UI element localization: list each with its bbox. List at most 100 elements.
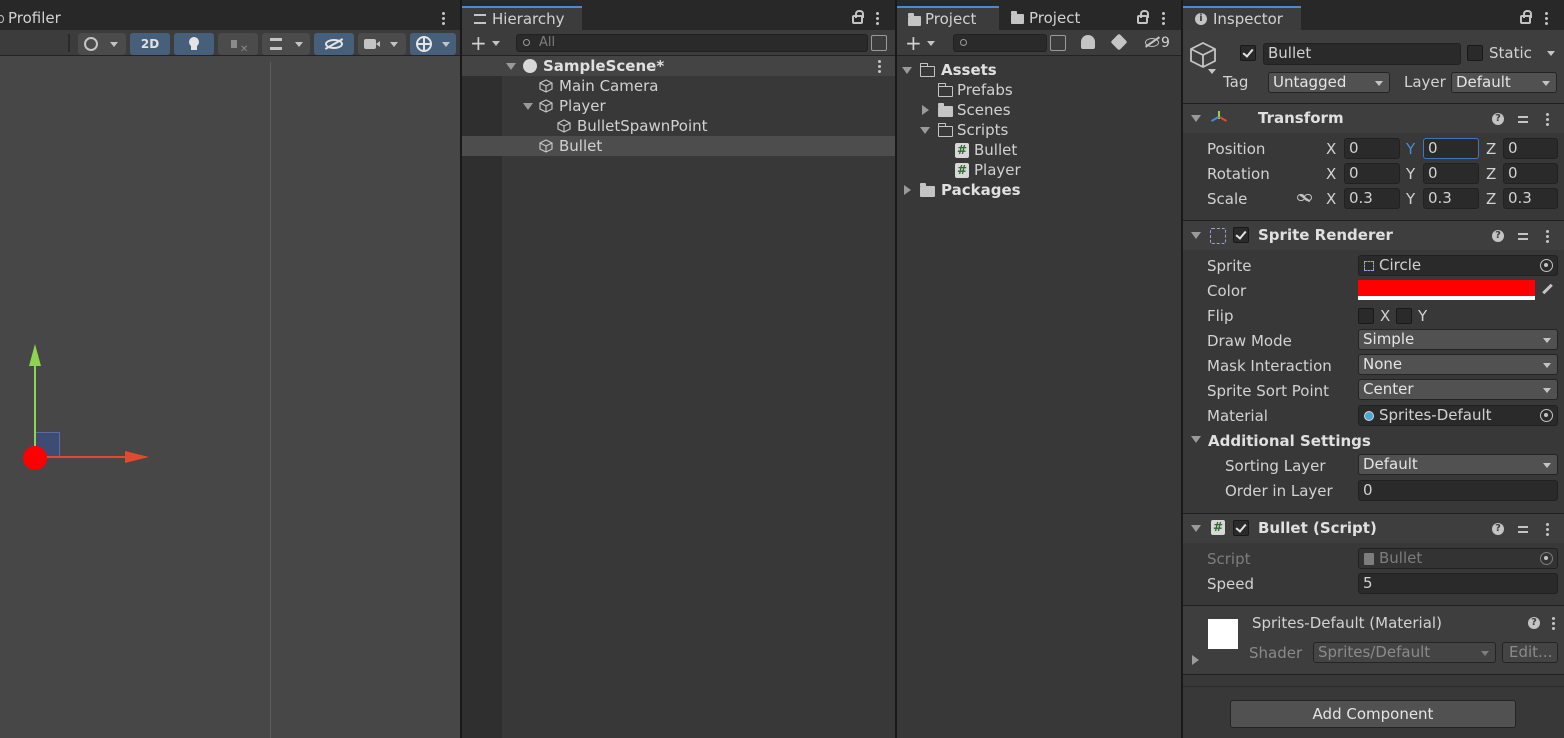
component-menu-icon[interactable] [1546, 113, 1549, 126]
help-icon[interactable]: ? [1492, 113, 1504, 125]
component-menu-icon[interactable] [1546, 230, 1549, 243]
layer-dropdown[interactable]: Default [1451, 72, 1557, 93]
active-checkbox[interactable] [1240, 45, 1256, 61]
hidden-packages-toggle[interactable]: 9 [1143, 33, 1177, 53]
presets-icon[interactable] [1517, 113, 1529, 125]
add-component-button[interactable]: Add Component [1230, 700, 1516, 728]
foldout-arrow-icon[interactable] [1191, 525, 1201, 532]
tree-item-player-script[interactable]: # Player [897, 160, 1181, 180]
y-axis-arrow-icon[interactable] [29, 344, 41, 366]
lock-icon[interactable] [1137, 10, 1149, 24]
inspector-menu-icon[interactable] [1545, 12, 1548, 25]
tab-project-1[interactable]: Project [897, 6, 999, 30]
sprite-renderer-enabled-checkbox[interactable] [1233, 227, 1249, 243]
scene-menu-icon[interactable] [442, 12, 445, 25]
sprite-object-field[interactable]: Circle [1358, 255, 1558, 276]
bullet-sprite[interactable] [23, 446, 47, 470]
help-icon[interactable]: ? [1492, 230, 1504, 242]
expand-arrow-icon[interactable] [922, 105, 929, 115]
object-picker-icon[interactable] [1540, 259, 1553, 272]
gameobject-icon[interactable] [1189, 41, 1217, 69]
speed-input[interactable]: 5 [1358, 573, 1558, 594]
lock-icon[interactable] [852, 10, 864, 24]
sorting-layer-dropdown[interactable]: Default [1358, 454, 1558, 475]
transform-header[interactable]: Transform ? [1183, 103, 1564, 133]
position-y-input[interactable]: 0 [1423, 138, 1479, 159]
static-dropdown-icon[interactable] [1547, 51, 1555, 56]
scale-y-input[interactable]: 0.3 [1423, 188, 1479, 209]
project-menu-icon[interactable] [1162, 12, 1165, 25]
foldout-arrow-icon[interactable] [1192, 655, 1199, 665]
component-menu-icon[interactable] [1546, 523, 1549, 536]
order-in-layer-input[interactable]: 0 [1358, 480, 1558, 501]
hierarchy-item[interactable]: Player [462, 96, 895, 116]
draw-mode-dropdown[interactable]: Simple [1358, 329, 1558, 350]
static-checkbox[interactable] [1467, 45, 1483, 61]
expand-arrow-icon[interactable] [902, 67, 912, 74]
x-axis-arrow-icon[interactable] [125, 451, 149, 463]
sprite-renderer-header[interactable]: Sprite Renderer ? [1183, 220, 1564, 250]
object-picker-icon[interactable] [1540, 409, 1553, 422]
rotation-x-input[interactable]: 0 [1344, 163, 1400, 184]
camera-dropdown[interactable] [358, 33, 406, 55]
rotation-y-input[interactable]: 0 [1423, 163, 1479, 184]
draw-mode-button[interactable] [78, 33, 126, 55]
project-create-button[interactable]: + [905, 32, 939, 54]
expand-arrow-icon[interactable] [523, 103, 533, 110]
tab-hierarchy[interactable]: Hierarchy [462, 6, 582, 30]
tree-item-prefabs[interactable]: Prefabs [897, 80, 1181, 100]
tree-item-assets[interactable]: Assets [897, 60, 1181, 80]
help-icon[interactable]: ? [1528, 617, 1540, 629]
scale-z-input[interactable]: 0.3 [1503, 188, 1558, 209]
sprite-sort-point-dropdown[interactable]: Center [1358, 379, 1558, 400]
project-search-input[interactable] [953, 34, 1047, 52]
search-options-icon[interactable] [871, 35, 887, 51]
tree-item-packages[interactable]: Packages [897, 180, 1181, 200]
search-by-type-icon[interactable] [1050, 35, 1066, 51]
position-z-input[interactable]: 0 [1503, 138, 1558, 159]
bullet-script-header[interactable]: # Bullet (Script) ? [1183, 513, 1564, 543]
object-name-input[interactable]: Bullet [1263, 43, 1461, 65]
position-x-input[interactable]: 0 [1344, 138, 1400, 159]
component-menu-icon[interactable] [1552, 617, 1555, 630]
expand-arrow-icon[interactable] [920, 127, 930, 134]
hierarchy-item-selected[interactable]: Bullet [462, 136, 895, 156]
lock-icon[interactable] [1520, 10, 1532, 24]
scene-view[interactable] [0, 57, 460, 738]
eyedropper-icon[interactable] [1541, 283, 1553, 295]
presets-icon[interactable] [1517, 230, 1529, 242]
foldout-arrow-icon[interactable] [1191, 115, 1201, 122]
scene-visibility-toggle[interactable] [314, 33, 354, 55]
hierarchy-menu-icon[interactable] [876, 12, 879, 25]
scene-row-menu-icon[interactable] [878, 60, 881, 73]
tab-profiler[interactable]: Profiler [0, 6, 61, 30]
shader-dropdown[interactable]: Sprites/Default [1313, 642, 1496, 663]
y-axis-handle[interactable] [34, 357, 36, 457]
x-axis-handle[interactable] [35, 456, 130, 458]
help-icon[interactable]: ? [1492, 523, 1504, 535]
rotation-z-input[interactable]: 0 [1503, 163, 1558, 184]
foldout-arrow-icon[interactable] [1191, 436, 1201, 443]
shader-edit-button[interactable]: Edit... [1502, 642, 1558, 663]
tag-dropdown[interactable]: Untagged [1268, 72, 1390, 93]
tab-project-2[interactable]: Project [1001, 6, 1101, 30]
filter-label-icon[interactable] [1110, 33, 1128, 51]
hierarchy-item[interactable]: BulletSpawnPoint [462, 116, 895, 136]
audio-toggle[interactable]: ✕ [218, 33, 258, 55]
tree-item-scenes[interactable]: Scenes [897, 100, 1181, 120]
tree-item-bullet-script[interactable]: # Bullet [897, 140, 1181, 160]
filter-type-icon[interactable] [1081, 35, 1095, 49]
expand-arrow-icon[interactable] [506, 63, 516, 70]
expand-arrow-icon[interactable] [904, 185, 911, 195]
create-button[interactable]: + [470, 32, 504, 54]
constrain-proportions-icon[interactable] [1297, 193, 1313, 203]
flip-y-checkbox[interactable] [1396, 308, 1412, 324]
color-swatch[interactable] [1358, 280, 1535, 300]
hierarchy-search-input[interactable]: All [516, 34, 868, 52]
tab-inspector[interactable]: i Inspector [1183, 6, 1301, 30]
material-object-field[interactable]: Sprites-Default [1358, 405, 1558, 426]
flip-x-checkbox[interactable] [1358, 308, 1374, 324]
presets-icon[interactable] [1517, 523, 1529, 535]
bullet-script-enabled-checkbox[interactable] [1233, 520, 1249, 536]
scale-x-input[interactable]: 0.3 [1344, 188, 1400, 209]
